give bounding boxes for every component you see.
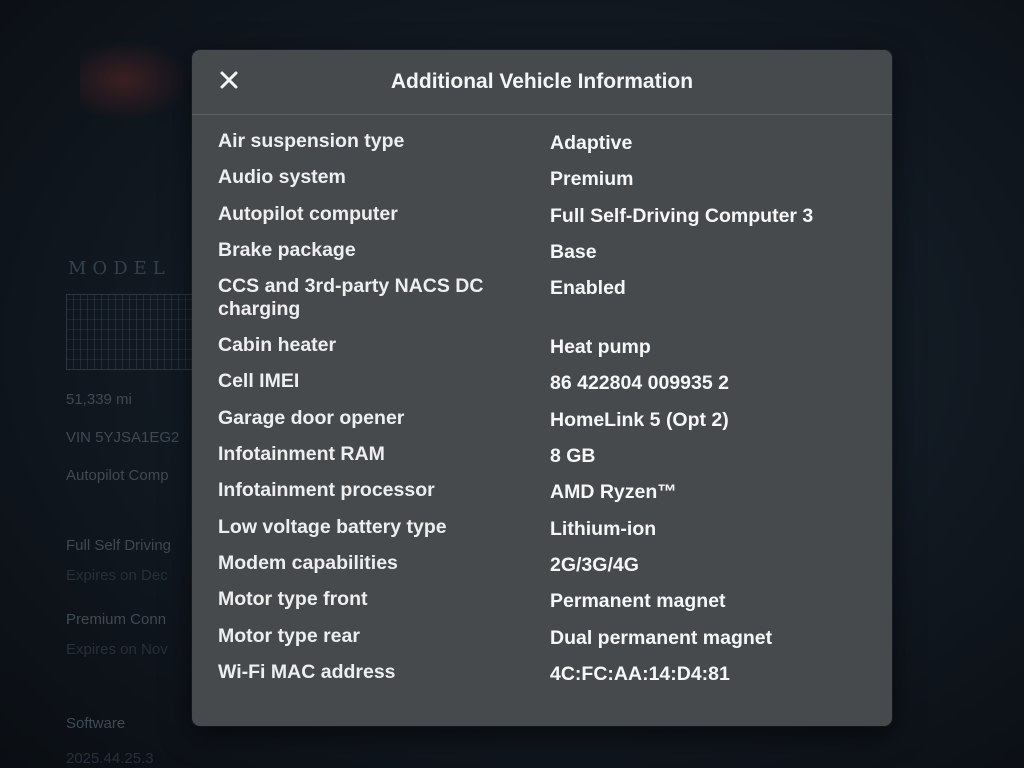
info-row: Motor type rear Dual permanent magnet — [218, 625, 878, 661]
info-value: Lithium-ion — [550, 517, 657, 540]
info-value: Heat pump — [550, 336, 651, 359]
modal-header: Additional Vehicle Information — [192, 50, 892, 115]
info-row: Cell IMEI 86 422804 009935 2 — [218, 370, 878, 406]
info-label: Infotainment RAM — [218, 443, 385, 466]
info-label: Infotainment processor — [218, 479, 435, 502]
info-label: Low voltage battery type — [218, 515, 447, 538]
info-label: Wi-Fi MAC address — [218, 660, 396, 683]
info-label: Cabin heater — [218, 334, 337, 357]
info-row: Autopilot computer Full Self-Driving Com… — [218, 203, 878, 239]
info-label: Modem capabilities — [218, 551, 398, 574]
background-vin: VIN 5YJSA1EG2 — [66, 429, 180, 446]
info-label: Garage door opener — [218, 406, 405, 429]
info-value: 8 GB — [550, 445, 596, 468]
info-label: Air suspension type — [218, 130, 405, 152]
info-value: Adaptive — [550, 132, 633, 154]
background-model-name: MODEL — [68, 258, 171, 279]
info-row: Audio system Premium — [218, 166, 878, 202]
background-vehicle-panel: MODEL 51,339 mi VIN 5YJSA1EG2 Autopilot … — [0, 0, 200, 768]
info-label: Audio system — [218, 166, 346, 189]
info-label-text: CCS and 3rd-party NACS DC charging — [218, 275, 484, 321]
info-label: Autopilot computer — [218, 202, 398, 225]
info-value: 2G/3G/4G — [550, 553, 639, 576]
background-odometer: 51,339 mi — [66, 391, 132, 408]
background-connectivity-expiry: Expires on Nov — [66, 641, 168, 658]
info-value: HomeLink 5 (Opt 2) — [550, 408, 729, 431]
info-row: Brake package Base — [218, 239, 878, 275]
info-row: Low voltage battery type Lithium-ion — [218, 516, 878, 552]
info-row: Air suspension type Adaptive — [218, 130, 878, 166]
info-value: Full Self-Driving Computer 3 — [550, 204, 814, 227]
vehicle-info-modal: Additional Vehicle Information Air suspe… — [192, 50, 892, 726]
info-row: Modem capabilities 2G/3G/4G — [218, 552, 878, 588]
info-row: Wi-Fi MAC address 4C:FC:AA:14:D4:81 — [218, 661, 878, 697]
info-label: Cell IMEI — [218, 370, 300, 393]
info-value: AMD Ryzen™ — [550, 481, 677, 504]
info-label: Brake package — [218, 238, 356, 261]
info-value: Premium — [550, 168, 634, 191]
info-label: Motor type rear — [218, 624, 360, 647]
vehicle-info-list: Air suspension type Adaptive Audio syste… — [218, 130, 878, 697]
info-row: Motor type front Permanent magnet — [218, 588, 878, 624]
background-software-label: Software — [66, 715, 126, 732]
info-value: Dual permanent magnet — [550, 626, 773, 649]
car-screen: MODEL 51,339 mi VIN 5YJSA1EG2 Autopilot … — [0, 0, 1024, 768]
background-autopilot: Autopilot Comp — [66, 467, 169, 484]
info-value: Enabled — [550, 277, 626, 300]
info-value: 86 422804 009935 2 — [550, 372, 729, 395]
background-fsd: Full Self Driving — [66, 537, 172, 554]
background-software-version: 2025.44.25.3 — [66, 750, 154, 767]
info-label: CCS and 3rd-party NACS DC charging — [218, 275, 550, 321]
info-row: Cabin heater Heat pump — [218, 334, 878, 370]
info-value: Permanent magnet — [550, 590, 726, 613]
info-row: CCS and 3rd-party NACS DC charging Enabl… — [218, 275, 878, 334]
background-fsd-expiry: Expires on Dec — [66, 567, 168, 584]
modal-title: Additional Vehicle Information — [390, 70, 694, 93]
background-car-wireframe — [66, 294, 198, 370]
info-row: Infotainment processor AMD Ryzen™ — [218, 479, 878, 515]
info-row: Garage door opener HomeLink 5 (Opt 2) — [218, 407, 878, 443]
background-connectivity: Premium Conn — [66, 611, 167, 628]
info-value: 4C:FC:AA:14:D4:81 — [550, 662, 730, 685]
info-label: Motor type front — [218, 588, 368, 611]
info-row: Infotainment RAM 8 GB — [218, 443, 878, 479]
info-value: Base — [550, 240, 597, 263]
